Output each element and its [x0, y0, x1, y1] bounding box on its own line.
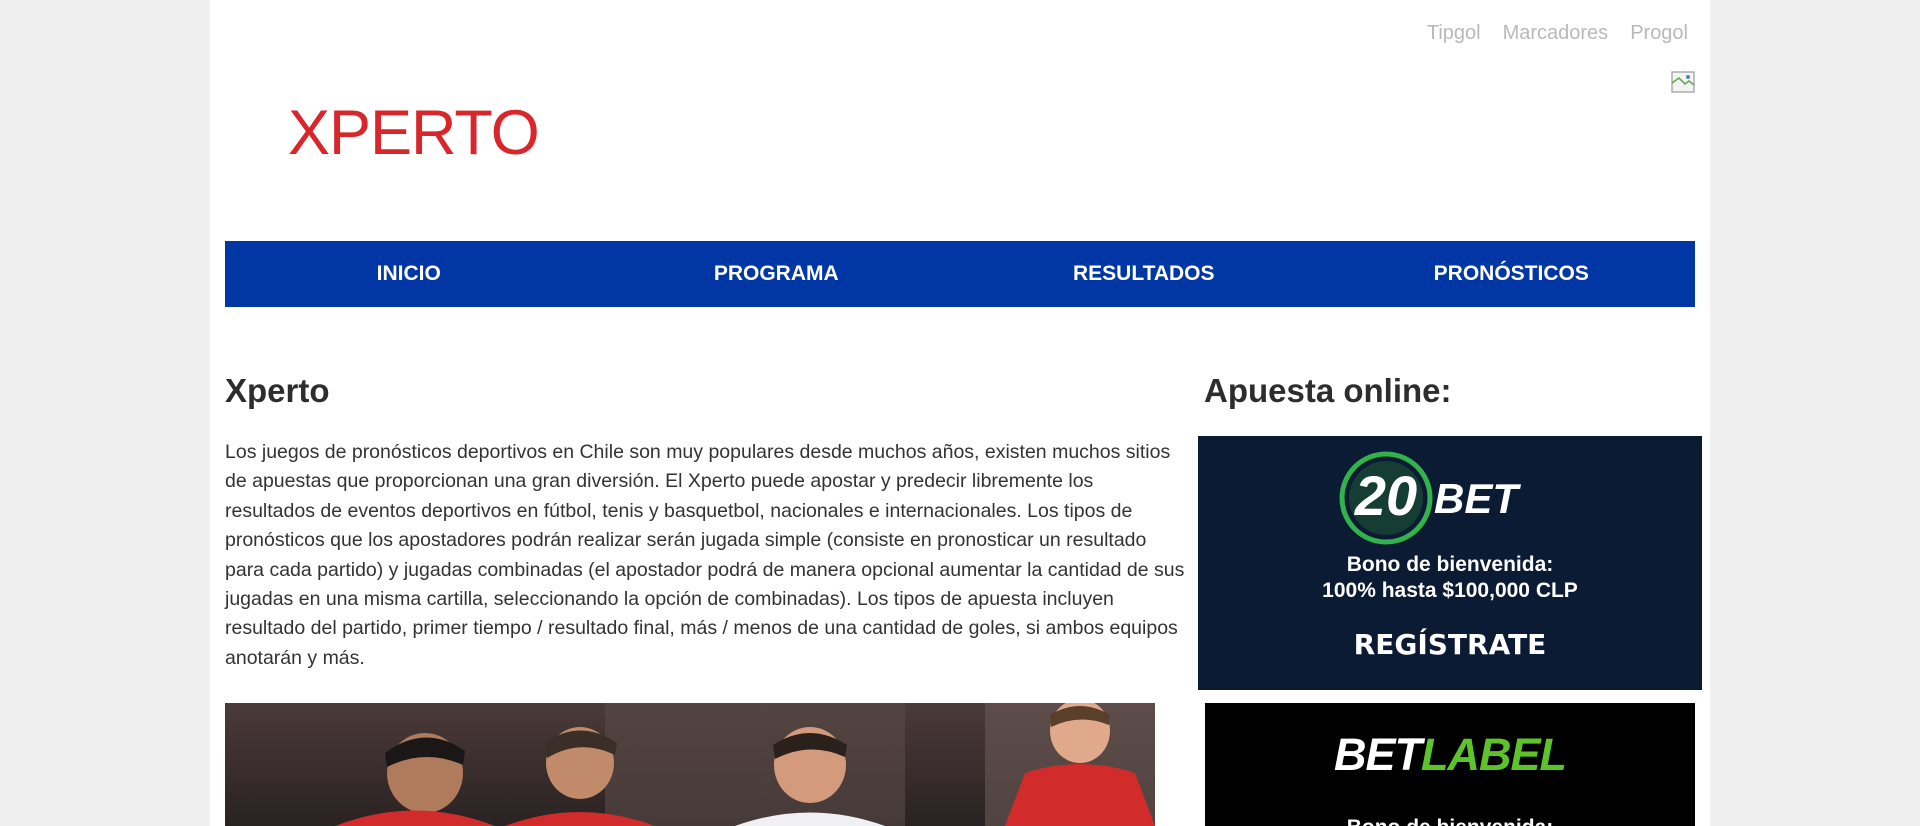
page-title: Xperto	[225, 372, 330, 409]
20bet-register-button[interactable]: REGÍSTRATE	[1198, 628, 1702, 661]
broken-image-icon	[1671, 71, 1695, 93]
nav-item-pronosticos[interactable]: PRONÓSTICOS	[1328, 241, 1696, 307]
betlabel-logo: BETLABEL	[1205, 729, 1695, 781]
nav-item-resultados[interactable]: RESULTADOS	[960, 241, 1328, 307]
20bet-bonus-text: Bono de bienvenida: 100% hasta $100,000 …	[1198, 552, 1702, 604]
ad-betlabel[interactable]: BETLABEL Bono de bienvenida:	[1205, 703, 1695, 826]
intro-paragraph: Los juegos de pronósticos deportivos en …	[225, 441, 1185, 669]
top-links: Tipgol Marcadores Progol	[1427, 22, 1688, 45]
nav-item-programa[interactable]: PROGRAMA	[593, 241, 961, 307]
site-logo[interactable]: XPERTO	[288, 102, 540, 165]
top-link-tipgol[interactable]: Tipgol	[1427, 22, 1481, 45]
nav-item-inicio[interactable]: INICIO	[225, 241, 593, 307]
betlabel-logo-part2: LABEL	[1421, 729, 1567, 780]
main-nav: INICIO PROGRAMA RESULTADOS PRONÓSTICOS	[225, 241, 1695, 307]
sidebar-title: Apuesta online:	[1204, 372, 1452, 409]
20bet-bonus-line2: 100% hasta $100,000 CLP	[1322, 579, 1578, 602]
20bet-logo-word: BET	[1434, 475, 1521, 522]
20bet-bonus-line1: Bono de bienvenida:	[1346, 553, 1554, 576]
betlabel-bonus-line1: Bono de bienvenida:	[1205, 815, 1695, 826]
top-link-progol[interactable]: Progol	[1630, 22, 1688, 45]
betlabel-logo-part1: BET	[1334, 729, 1422, 780]
20bet-logo: 20 BET	[1339, 451, 1521, 545]
football-players-photo	[225, 703, 1155, 826]
20bet-logo-number: 20	[1354, 464, 1417, 527]
football-photo-illustration	[225, 703, 1155, 826]
top-link-marcadores[interactable]: Marcadores	[1503, 22, 1609, 45]
ad-20bet[interactable]: 20 BET Bono de bienvenida: 100% hasta $1…	[1198, 436, 1702, 690]
page-container: Tipgol Marcadores Progol XPERTO INICIO P…	[210, 0, 1710, 826]
